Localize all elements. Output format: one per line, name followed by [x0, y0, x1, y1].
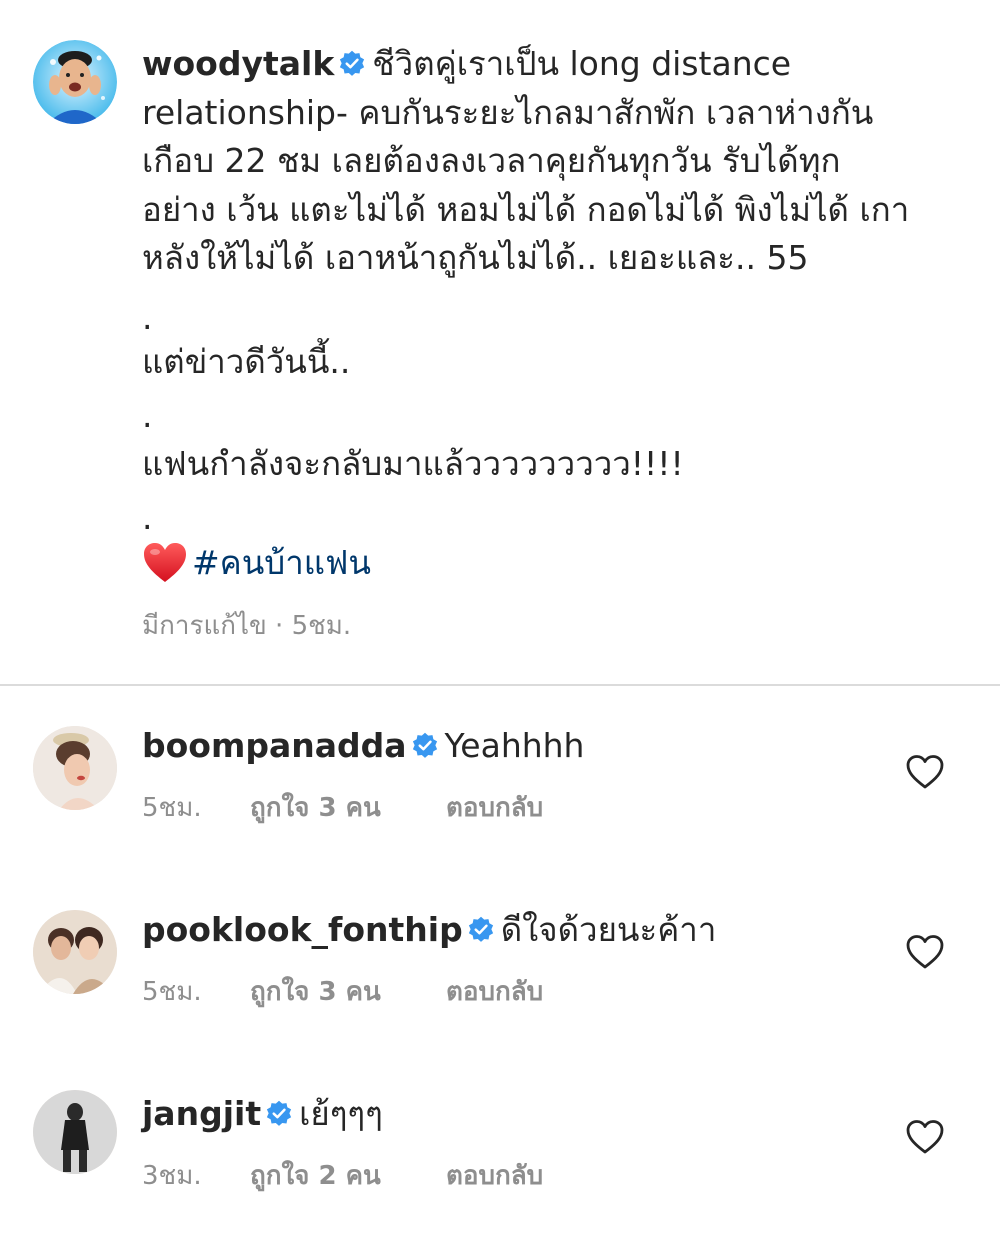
comment-time: 5ชม. [142, 977, 202, 1007]
comment-username[interactable]: pooklook_fonthip [142, 910, 463, 949]
avatar-boompanadda[interactable] [33, 726, 117, 810]
hashtag-link[interactable]: #คนบ้าแฟน [192, 538, 371, 588]
comment-meta: 5ชม. ถูกใจ 3 คน ตอบกลับ [142, 788, 543, 828]
avatar-woodytalk[interactable] [33, 40, 117, 124]
caption-back-line: แฟนกำลังจะกลับมาแล้ววววววววว!!!! [142, 444, 684, 483]
avatar-image [33, 910, 117, 994]
comment-header: jangjit เย้ๆๆๆ [142, 1090, 383, 1138]
comment-likes-link[interactable]: ถูกใจ 2 คน [250, 1156, 446, 1196]
caption-line-5: หลังให้ไม่ได้ เอาหน้าถูกันไม่ได้.. เยอะแ… [142, 238, 809, 277]
caption-dot: . [142, 298, 153, 337]
comment-username[interactable]: boompanadda [142, 726, 407, 765]
comment-text: เย้ๆๆๆ [299, 1094, 383, 1133]
comment-item: boompanadda Yeahhhh 5ชม. ถูกใจ 3 คน ตอบกลับ [0, 722, 1000, 872]
heart-outline-icon[interactable] [905, 1118, 945, 1156]
comment-username[interactable]: jangjit [142, 1094, 261, 1133]
caption-dot: . [142, 396, 153, 435]
avatar-image [33, 40, 117, 124]
verified-badge-icon [411, 732, 439, 760]
comment-text: ดีใจด้วยนะค้าา [500, 910, 717, 949]
avatar-image [33, 726, 117, 810]
avatar-pooklook-fonthip[interactable] [33, 910, 117, 994]
post-username[interactable]: woodytalk [142, 44, 334, 83]
comment-item: pooklook_fonthip ดีใจด้วยนะค้าา 5ชม. ถูกใจ… [0, 906, 1000, 1056]
verified-badge-icon [265, 1100, 293, 1128]
comment-meta: 5ชม. ถูกใจ 3 คน ตอบกลับ [142, 972, 543, 1012]
verified-badge-icon [467, 916, 495, 944]
reply-button[interactable]: ตอบกลับ [446, 972, 543, 1012]
comment-likes-link[interactable]: ถูกใจ 3 คน [250, 788, 446, 828]
divider [0, 684, 1000, 686]
post-caption: woodytalk ชีวิตคู่เราเป็น long distance r… [0, 0, 1000, 684]
reply-button[interactable]: ตอบกลับ [446, 788, 543, 828]
avatar-image [33, 1090, 117, 1174]
red-heart-emoji [142, 540, 188, 586]
caption-body: woodytalk ชีวิตคู่เราเป็น long distance r… [142, 40, 972, 283]
caption-line-3: เกือบ 22 ชม เลยต้องลงเวลาคุยกันทุกวัน รั… [142, 141, 841, 180]
caption-line-2: relationship- คบกันระยะไกลมาสักพัก เวลาห… [142, 92, 874, 132]
comment-likes-link[interactable]: ถูกใจ 3 คน [250, 972, 446, 1012]
comment-header: pooklook_fonthip ดีใจด้วยนะค้าา [142, 906, 716, 954]
caption-meta: มีการแก้ไข · 5ชม. [142, 611, 352, 641]
verified-badge-icon [338, 50, 366, 78]
heart-outline-icon[interactable] [905, 753, 945, 791]
caption-line-4: อย่าง เว้น แตะไม่ได้ หอมไม่ได้ กอดไม่ได้… [142, 189, 910, 229]
hashtag-row: #คนบ้าแฟน [142, 538, 371, 588]
caption-dot: . [142, 498, 153, 537]
comment-time: 5ชม. [142, 793, 202, 823]
caption-line-1: woodytalk ชีวิตคู่เราเป็น long distance [142, 40, 972, 89]
caption-news-line: แต่ข่าวดีวันนี้.. [142, 342, 351, 381]
reply-button[interactable]: ตอบกลับ [446, 1156, 543, 1196]
comment-meta: 3ชม. ถูกใจ 2 คน ตอบกลับ [142, 1156, 543, 1196]
comment-item: jangjit เย้ๆๆๆ 3ชม. ถูกใจ 2 คน ตอบกลับ [0, 1090, 1000, 1240]
comment-time: 3ชม. [142, 1161, 202, 1191]
heart-outline-icon[interactable] [905, 933, 945, 971]
comment-header: boompanadda Yeahhhh [142, 722, 584, 770]
comment-text: Yeahhhh [444, 726, 585, 765]
avatar-jangjit[interactable] [33, 1090, 117, 1174]
caption-first-text: ชีวิตคู่เราเป็น long distance [372, 44, 792, 83]
